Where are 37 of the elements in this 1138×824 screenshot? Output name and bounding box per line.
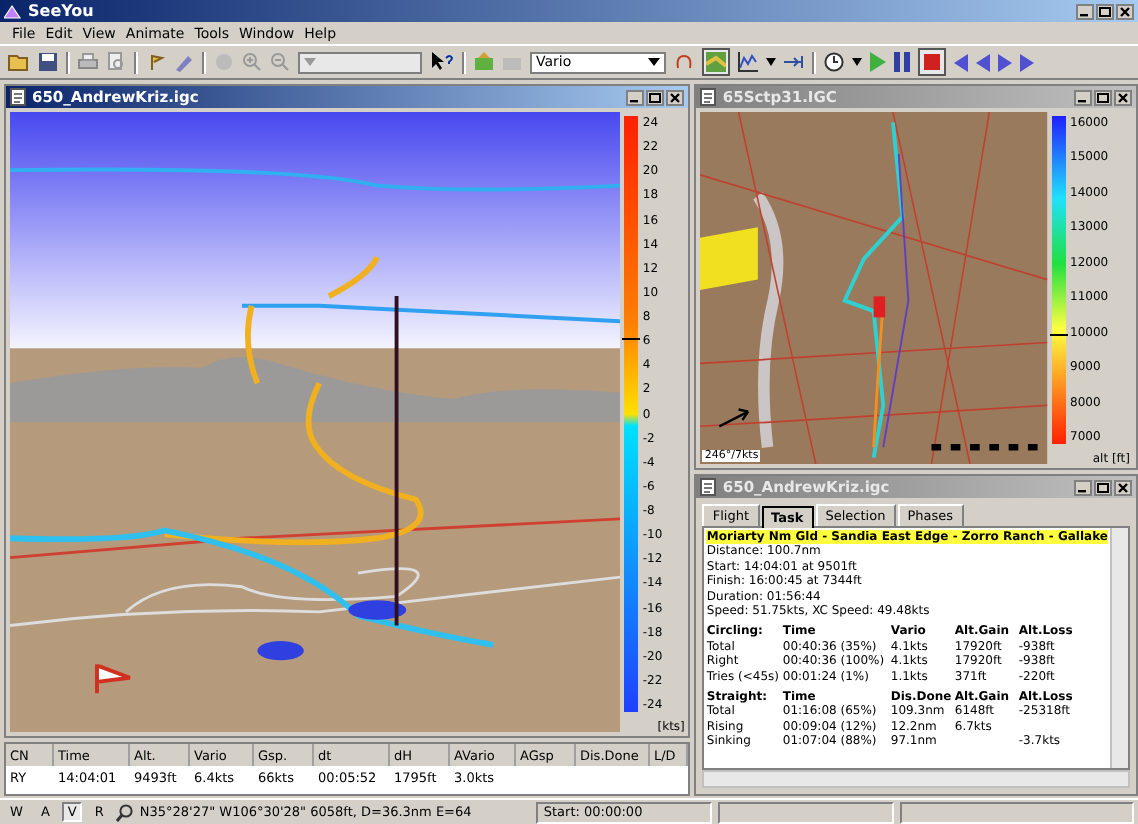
chart-icon[interactable]	[738, 52, 758, 72]
dropdown-arrow-icon[interactable]	[766, 58, 776, 66]
dropdown-arrow-icon	[304, 58, 316, 66]
stop-button[interactable]	[918, 48, 946, 76]
maximize-icon[interactable]	[1094, 479, 1112, 495]
open-folder-icon[interactable]	[8, 52, 30, 72]
maximize-icon[interactable]	[1096, 3, 1114, 19]
dropdown-arrow-icon[interactable]	[852, 58, 862, 66]
save-icon[interactable]	[38, 52, 58, 72]
pause-icon[interactable]	[894, 52, 910, 72]
maximize-icon[interactable]	[1094, 89, 1112, 105]
map-view-button[interactable]	[702, 48, 730, 76]
step-forward-icon[interactable]	[998, 53, 1012, 71]
close-icon[interactable]	[1114, 479, 1132, 495]
search-icon	[115, 803, 134, 821]
close-icon[interactable]	[1114, 89, 1132, 105]
minimize-icon[interactable]	[626, 89, 645, 105]
skip-back-icon[interactable]	[954, 53, 968, 71]
dropdown-arrow-icon	[648, 58, 660, 66]
close-icon[interactable]	[666, 89, 685, 105]
map-icon	[706, 52, 726, 72]
step-back-icon[interactable]	[976, 53, 990, 71]
vertical-scrollbar[interactable]	[1110, 528, 1128, 768]
app-icon	[4, 3, 22, 19]
help-pointer-icon[interactable]	[430, 52, 454, 72]
maximize-icon[interactable]	[646, 89, 665, 105]
clock-icon[interactable]	[824, 52, 844, 72]
minimize-icon[interactable]	[1074, 479, 1092, 495]
close-icon[interactable]	[1116, 3, 1134, 19]
window-title: SeeYou	[28, 2, 94, 20]
print-icon[interactable]	[78, 52, 98, 72]
skip-forward-icon[interactable]	[1020, 53, 1034, 71]
horizontal-scrollbar[interactable]	[702, 770, 1130, 788]
minimize-icon[interactable]	[1076, 3, 1094, 19]
minimize-icon[interactable]	[1074, 89, 1092, 105]
stop-icon	[924, 54, 940, 70]
measure-icon[interactable]	[784, 52, 804, 72]
